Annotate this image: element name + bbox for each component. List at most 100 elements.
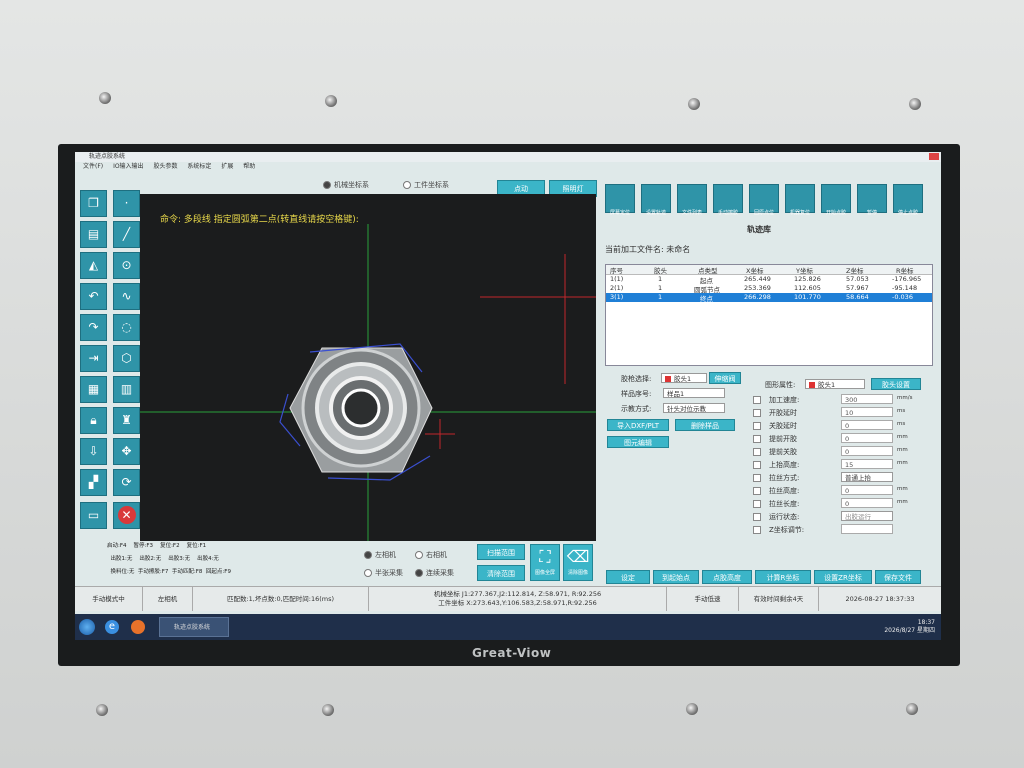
- track-table[interactable]: 序号 胶头 点类型 X坐标 Y坐标 Z坐标 R坐标 1(1) 1 起点 265.…: [605, 264, 933, 366]
- undo-icon[interactable]: ↶: [80, 283, 107, 310]
- fullscreen-image-button[interactable]: ⛶ 图像全屏: [530, 544, 560, 581]
- run-state-select[interactable]: 出胶运行: [841, 511, 893, 521]
- track-library-title: 轨迹库: [747, 225, 771, 234]
- delete-icon[interactable]: ✕: [113, 502, 140, 529]
- scan-range-button[interactable]: 扫描范围: [477, 544, 525, 560]
- close-delay-input[interactable]: 0: [841, 420, 893, 430]
- screw: [909, 98, 921, 110]
- radio-continuous-capture[interactable]: 连续采集: [415, 568, 454, 578]
- element-edit-button[interactable]: 图元编辑: [607, 436, 669, 448]
- ruler-icon[interactable]: ▥: [113, 376, 140, 403]
- pre-close-input[interactable]: 0: [841, 446, 893, 456]
- calc-r-button[interactable]: 计算R坐标: [755, 570, 811, 584]
- menu-extend[interactable]: 扩展: [221, 163, 233, 170]
- array-icon[interactable]: ▞: [80, 469, 107, 496]
- param-checkbox[interactable]: [753, 500, 761, 508]
- pin-icon[interactable]: ⇩: [80, 438, 107, 465]
- hotkey-wipe: 手动擦胶:F7: [137, 569, 169, 575]
- z-adjust-input[interactable]: [841, 524, 893, 534]
- status-match: 匹配数:1,坏点数:0,匹配时间:16(ms): [193, 587, 369, 611]
- save-file-button[interactable]: 保存文件: [875, 570, 921, 584]
- redo-icon[interactable]: ↷: [80, 314, 107, 341]
- menu-io[interactable]: IO输入输出: [113, 163, 144, 170]
- ie-icon[interactable]: e: [105, 620, 119, 634]
- mirror-icon[interactable]: ◭: [80, 252, 107, 279]
- draw-length-input[interactable]: 0: [841, 498, 893, 508]
- point-icon[interactable]: ·: [113, 190, 140, 217]
- radio-right-camera[interactable]: 右相机: [415, 550, 447, 560]
- menu-bar: 文件(F) IO输入输出 胶头参数 系统标定 扩展 帮助: [75, 162, 941, 171]
- radio-work-coord[interactable]: 工件坐标系: [403, 180, 449, 190]
- line-icon[interactable]: ╱: [113, 221, 140, 248]
- split-icon[interactable]: ⇥: [80, 345, 107, 372]
- set-zr-button[interactable]: 设置ZR坐标: [814, 570, 872, 584]
- table-row-selected[interactable]: 3(1) 1 终点 266.298 101.770 58.664 -0.036: [606, 293, 932, 303]
- table-row[interactable]: 1(1) 1 起点 265.449 125.826 57.053 -176.96…: [606, 275, 932, 285]
- drawing-mode-select[interactable]: 普通上抬: [841, 472, 893, 482]
- glue-gun-select[interactable]: 胶头1: [661, 373, 707, 383]
- close-window-button[interactable]: [929, 153, 939, 160]
- window-title: 轨迹点胶系统: [75, 152, 941, 162]
- circle-center-icon[interactable]: ⊙: [113, 252, 140, 279]
- firefox-icon[interactable]: [131, 620, 145, 634]
- folder-icon[interactable]: ▤: [80, 221, 107, 248]
- circle-icon[interactable]: ◌: [113, 314, 140, 341]
- glue-height-button[interactable]: 点胶高度: [702, 570, 752, 584]
- settings-button[interactable]: 设定: [606, 570, 650, 584]
- param-checkbox[interactable]: [753, 396, 761, 404]
- param-checkbox[interactable]: [753, 409, 761, 417]
- draw-height-input[interactable]: 0: [841, 485, 893, 495]
- move-icon[interactable]: ✥: [113, 438, 140, 465]
- sample-select[interactable]: 样品1: [663, 388, 725, 398]
- menu-calibrate[interactable]: 系统标定: [187, 163, 211, 170]
- param-checkbox[interactable]: [753, 526, 761, 534]
- glue-settings-button[interactable]: 胶头设置: [871, 378, 921, 390]
- goto-start-button[interactable]: 到起始点: [653, 570, 699, 584]
- copy-icon[interactable]: ❐: [80, 190, 107, 217]
- screw: [688, 98, 700, 110]
- hexagon-icon[interactable]: ⬡: [113, 345, 140, 372]
- clear-image-button[interactable]: ⌫ 清除图像: [563, 544, 593, 581]
- menu-file[interactable]: 文件(F): [83, 163, 103, 170]
- pre-open-input[interactable]: 0: [841, 433, 893, 443]
- camera-canvas[interactable]: 命令: 多段线 指定圆弧第二点(转直线请按空格键):: [140, 194, 596, 541]
- clear-range-button[interactable]: 清除范围: [477, 565, 525, 581]
- radio-left-camera[interactable]: 左相机: [364, 550, 396, 560]
- param-checkbox[interactable]: [753, 435, 761, 443]
- param-checkbox[interactable]: [753, 461, 761, 469]
- hotkey-glue3: 出胶3:无: [168, 556, 191, 562]
- param-checkbox[interactable]: [753, 474, 761, 482]
- lift-height-input[interactable]: 15: [841, 459, 893, 469]
- delete-sample-button[interactable]: 删除样品: [675, 419, 735, 431]
- param-checkbox[interactable]: [753, 422, 761, 430]
- param-checkbox[interactable]: [753, 513, 761, 521]
- monitor-brand: Great-Viow: [472, 646, 552, 660]
- param-checkbox[interactable]: [753, 487, 761, 495]
- radio-semi-capture[interactable]: 半张采集: [364, 568, 403, 578]
- start-menu-icon[interactable]: [79, 619, 95, 635]
- tray-date: 2026/8/27 星期四: [884, 627, 935, 634]
- lock-icon[interactable]: 🔒︎: [80, 407, 107, 434]
- polyline-icon[interactable]: ∿: [113, 283, 140, 310]
- open-delay-input[interactable]: 10: [841, 407, 893, 417]
- table-row[interactable]: 2(1) 1 圆弧节点 253.369 112.605 57.967 -95.1…: [606, 284, 932, 294]
- shape-attr-select[interactable]: 胶头1: [805, 379, 865, 389]
- table-header: 序号 胶头 点类型 X坐标 Y坐标 Z坐标 R坐标: [606, 265, 932, 275]
- param-checkbox[interactable]: [753, 448, 761, 456]
- import-dxf-button[interactable]: 导入DXF/PLT: [607, 419, 669, 431]
- grid-icon[interactable]: ▦: [80, 376, 107, 403]
- speed-input[interactable]: 300: [841, 394, 893, 404]
- screw: [686, 703, 698, 715]
- stretch-valve-button[interactable]: 伸缩阀: [709, 372, 741, 384]
- teach-select[interactable]: 针头对位示教: [663, 403, 725, 413]
- radio-machine-coord[interactable]: 机械坐标系: [323, 180, 369, 190]
- taskbar-app[interactable]: 轨迹点胶系统: [159, 617, 229, 637]
- label-set-track: 设置轨迹: [645, 210, 666, 216]
- stamp-icon[interactable]: ♜: [113, 407, 140, 434]
- film-icon[interactable]: ▭: [80, 502, 107, 529]
- menu-help[interactable]: 帮助: [243, 163, 255, 170]
- shape-attr-label: 图形属性:: [765, 381, 796, 389]
- screw: [99, 92, 111, 104]
- refresh-icon[interactable]: ⟳: [113, 469, 140, 496]
- menu-glue-params[interactable]: 胶头参数: [153, 163, 177, 170]
